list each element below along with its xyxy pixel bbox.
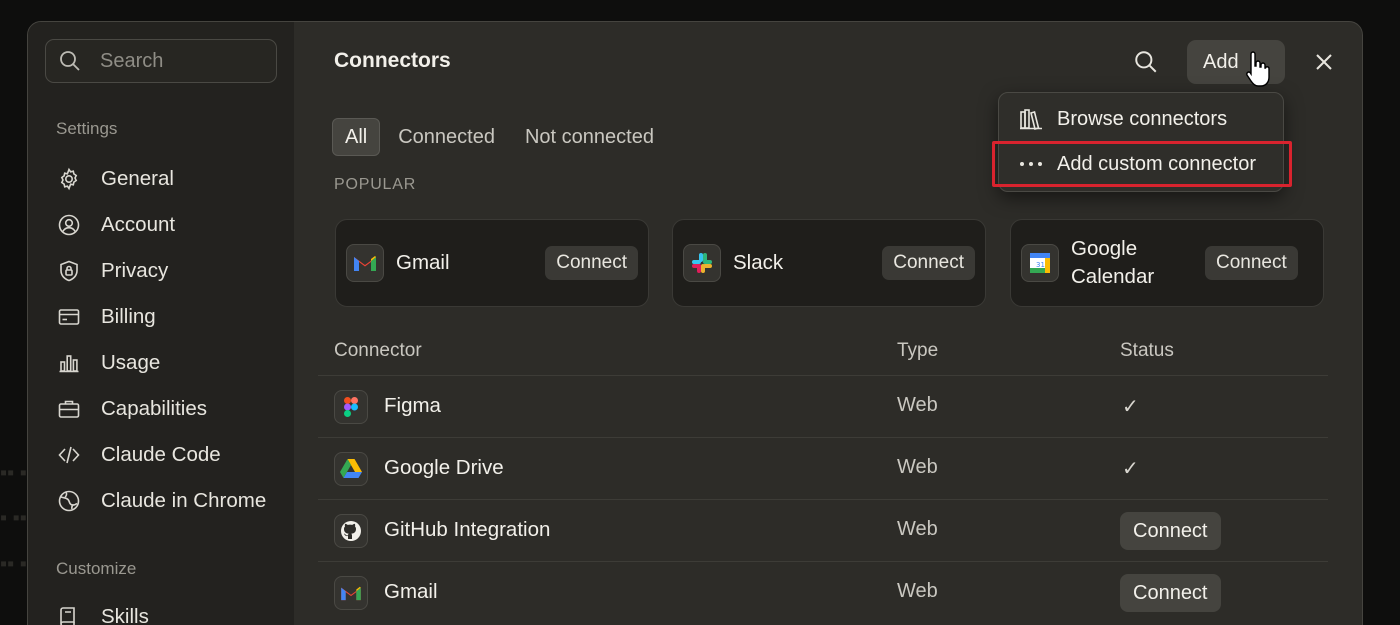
sidebar-item-label: Claude in Chrome [101,489,267,512]
highlight-box [992,141,1292,187]
connector-name: Google Drive [384,456,504,479]
globe-icon [58,490,80,512]
card-name: Gmail [396,251,450,274]
customize-section-label: Customize [56,559,137,578]
checkmark-icon: ✓ [1122,458,1139,480]
connector-type: Web [897,456,938,478]
card-name: Google Calendar [1071,237,1155,288]
sidebar-item-label: Claude Code [101,443,221,466]
card-name: Slack [733,251,784,274]
connector-type: Web [897,580,938,602]
tab-connected[interactable]: Connected [386,118,507,156]
column-header-status[interactable]: Status [1120,340,1174,362]
search-icon [1135,51,1157,73]
connect-button[interactable]: Connect [882,246,975,280]
close-icon [1316,54,1332,70]
search-icon [60,51,80,71]
table-row[interactable]: Figma Web ✓ [318,375,1328,437]
connector-name: Gmail [384,580,438,603]
credit-card-icon [58,309,80,325]
bar-chart-icon [59,355,79,373]
popular-card-gmail: Gmail Connect [335,219,649,307]
add-button[interactable]: Add ⌄ [1187,40,1285,84]
search-button[interactable] [1130,46,1162,78]
connector-name: GitHub Integration [384,518,551,541]
github-logo-icon [334,514,368,548]
popular-card-slack: Slack Connect [672,219,986,307]
tab-all[interactable]: All [332,118,381,156]
sidebar-item-label: General [101,167,174,190]
sidebar-item-label: Skills [101,605,149,625]
filter-tabs: All Connected Not connected [332,118,672,156]
sidebar-item-capabilities[interactable]: Capabilities [56,391,286,427]
popular-section-label: POPULAR [334,176,417,193]
figma-logo-icon [334,390,368,424]
column-header-connector[interactable]: Connector [334,340,422,362]
column-header-type[interactable]: Type [897,340,938,362]
background-text: ▪ ▪▪ [0,507,27,529]
connect-button[interactable]: Connect [1120,512,1221,550]
gmail-logo-icon [334,576,368,610]
google-calendar-logo-icon: 31 [1021,244,1059,282]
gear-icon [60,167,78,191]
close-button[interactable] [1311,49,1337,75]
connector-name: Figma [384,394,441,417]
sidebar-item-label: Capabilities [101,397,207,420]
menu-item-label: Browse connectors [1057,107,1228,130]
checkmark-icon: ✓ [1122,396,1139,418]
settings-section-label: Settings [56,119,118,138]
add-button-label: Add [1203,50,1239,73]
code-icon [58,446,80,464]
connect-button[interactable]: Connect [545,246,638,280]
sidebar-item-skills[interactable]: Skills [56,599,286,625]
sidebar: Settings General Account Privacy Billing… [28,22,294,625]
page-title: Connectors [334,49,451,72]
google-drive-logo-icon [334,452,368,486]
user-circle-icon [58,214,80,236]
search-input[interactable] [100,49,250,73]
slack-logo-icon [683,244,721,282]
table-row[interactable]: GitHub Integration Web Connect [318,499,1328,561]
gmail-logo-icon [346,244,384,282]
sidebar-item-account[interactable]: Account [56,207,286,243]
books-icon [1020,109,1042,130]
sidebar-item-label: Usage [101,351,161,374]
connector-type: Web [897,394,938,416]
connect-button[interactable]: Connect [1120,574,1221,612]
skills-icon [60,607,75,625]
sidebar-item-usage[interactable]: Usage [56,345,286,381]
connector-type: Web [897,518,938,540]
sidebar-item-label: Privacy [101,259,169,282]
sidebar-item-general[interactable]: General [56,161,286,197]
svg-text:31: 31 [1036,261,1045,269]
sidebar-item-claude-in-chrome[interactable]: Claude in Chrome [56,483,286,519]
sidebar-item-claude-code[interactable]: Claude Code [56,437,286,473]
background-text: ▪▪ ▪ [0,553,27,575]
hand-cursor-icon [1246,51,1270,87]
table-row[interactable]: Gmail Web Connect [318,561,1328,623]
menu-item-browse-connectors[interactable]: Browse connectors [1019,102,1227,136]
popular-card-google-calendar: 31 Google Calendar Connect [1010,219,1324,307]
table-row[interactable]: Google Drive Web ✓ [318,437,1328,499]
sidebar-item-privacy[interactable]: Privacy [56,253,286,289]
sidebar-item-label: Account [101,213,176,236]
shield-lock-icon [60,260,78,282]
sidebar-item-label: Billing [101,305,156,328]
sidebar-item-billing[interactable]: Billing [56,299,286,335]
tab-not-connected[interactable]: Not connected [513,118,666,156]
sidebar-search[interactable] [45,39,277,83]
connect-button[interactable]: Connect [1205,246,1298,280]
briefcase-icon [58,400,80,418]
